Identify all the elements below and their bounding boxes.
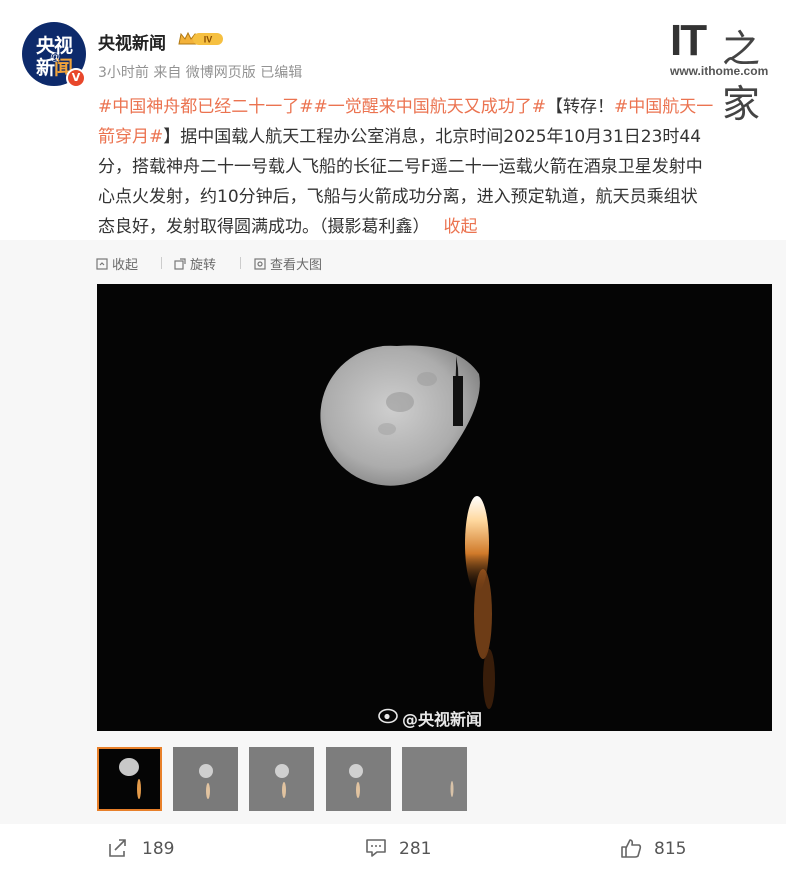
rocket-moon-photo: [97, 284, 772, 731]
view-large-icon: [254, 258, 266, 270]
comment-button[interactable]: 281: [365, 838, 431, 859]
rotate-button[interactable]: 旋转: [174, 254, 216, 273]
avatar-at: @: [50, 52, 61, 63]
repost-button[interactable]: 189: [108, 838, 174, 859]
post-meta: 3小时前 来自 微博网页版 已编辑: [98, 65, 303, 81]
rotate-label: 旋转: [190, 258, 217, 273]
rotate-icon: [174, 258, 186, 270]
thumbnail-3[interactable]: [249, 747, 314, 811]
like-icon: [621, 839, 642, 858]
toolbar-divider: [161, 257, 162, 269]
username[interactable]: 央视新闻: [98, 29, 166, 54]
vip-crown-icon[interactable]: IV: [177, 30, 225, 48]
comment-icon: [366, 839, 386, 857]
main-photo[interactable]: @央视新闻: [97, 284, 772, 731]
vip-badge-label: IV: [204, 35, 213, 45]
thumbnail-1[interactable]: [97, 747, 162, 811]
post-text: #中国神舟都已经二十一了##一觉醒来中国航天又成功了#【转存！#中国航天一 箭穿…: [98, 92, 768, 242]
ithome-logo: IT 之家 www.ithome.com: [670, 14, 774, 126]
ithome-logo-it: IT: [670, 16, 707, 65]
hashtag-link[interactable]: #中国神舟都已经二十一了#: [98, 97, 314, 117]
like-count: 815: [654, 839, 687, 859]
thumbnail-5[interactable]: [402, 747, 467, 811]
collapse-icon: [96, 258, 108, 270]
hashtag-link[interactable]: #中国航天一: [614, 97, 713, 117]
collapse-media-button[interactable]: 收起: [96, 254, 138, 273]
thumbnail-2[interactable]: [173, 747, 238, 811]
post-text-line: 心点火发射，约10分钟后，飞船与火箭成功分离，进入预定轨道，航天员乘组状: [98, 187, 698, 207]
view-large-button[interactable]: 查看大图: [254, 254, 322, 273]
ithome-url: www.ithome.com: [670, 64, 769, 78]
thumbnail-4[interactable]: [326, 747, 391, 811]
post-text-segment: 态良好，发射取得圆满成功。（摄影葛利鑫）: [98, 217, 430, 237]
photo-watermark: @央视新闻: [402, 710, 483, 729]
repost-icon: [109, 839, 126, 857]
hashtag-link[interactable]: 箭穿月#: [98, 127, 163, 147]
like-button[interactable]: 815: [620, 838, 686, 859]
collapse-text-link[interactable]: 收起: [444, 217, 478, 237]
hashtag-link[interactable]: #一觉醒来中国航天又成功了#: [314, 97, 547, 117]
post-text-line: 分，搭载神舟二十一号载人飞船的长征二号F遥二十一运载火箭在酒泉卫星发射中: [98, 157, 703, 177]
action-bar: 189 281 815: [0, 824, 786, 874]
verified-badge-icon: V: [66, 68, 86, 88]
post-text-segment: 【转存！: [546, 97, 614, 117]
repost-count: 189: [142, 839, 175, 859]
toolbar-divider: [240, 257, 241, 269]
collapse-label: 收起: [112, 258, 139, 273]
comment-count: 281: [399, 839, 432, 859]
view-large-label: 查看大图: [270, 258, 323, 273]
post-text-segment: 】据中国载人航天工程办公室消息，北京时间2025年10月31日23时44: [163, 127, 702, 147]
